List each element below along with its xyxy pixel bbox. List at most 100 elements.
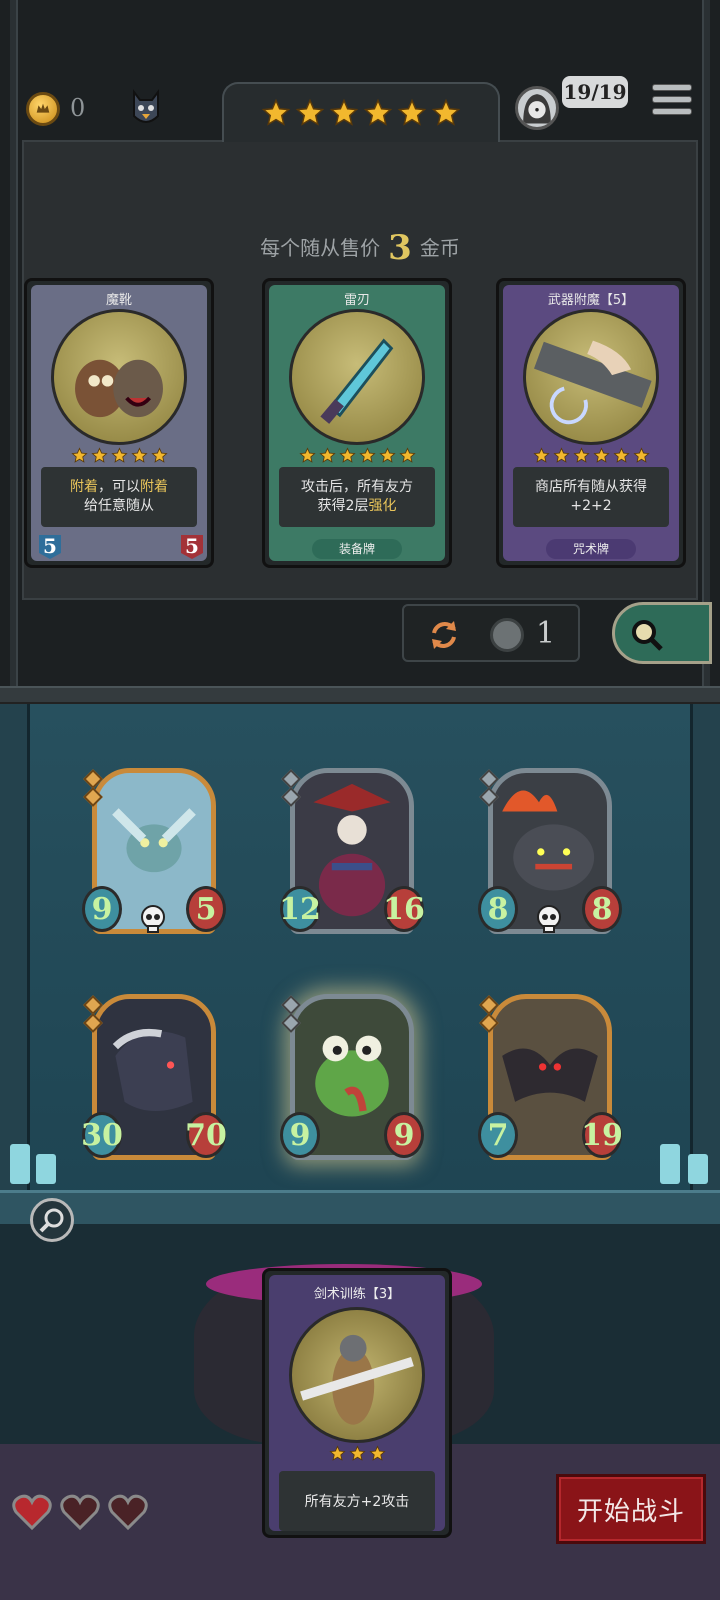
minion-health: 19 [581, 1112, 623, 1158]
card-title: 剑术训练【3】 [313, 1287, 401, 1302]
star-icon [318, 447, 336, 463]
board-minion-slot-1[interactable]: 9 5 [82, 768, 226, 938]
minion-attack: 30 [81, 1112, 123, 1158]
star-icon [363, 98, 393, 126]
price-value: 3 [388, 228, 412, 268]
search-icon [39, 1208, 64, 1233]
minion-attack: 9 [82, 886, 122, 932]
star-icon [348, 1445, 366, 1461]
heart-icon [12, 1494, 52, 1531]
minion-attack: 8 [478, 886, 518, 932]
candle-decoration [660, 1144, 680, 1184]
refresh-shop-button[interactable]: 1 [402, 604, 580, 662]
candle-decoration [36, 1154, 56, 1184]
minion-health: 8 [582, 886, 622, 932]
star-icon [358, 447, 376, 463]
minion-attack: 12 [279, 886, 321, 932]
refresh-cost: 1 [536, 616, 556, 651]
shop-search-button[interactable] [612, 602, 712, 664]
refresh-icon [432, 621, 456, 649]
shop-card-thunder-blade[interactable]: 雷刃 攻击后，所有友方获得2层强化 装备牌 [262, 278, 452, 568]
star-icon [397, 98, 427, 126]
minion-health: 9 [384, 1112, 424, 1158]
minion-health: 5 [186, 886, 226, 932]
tavern-rank-stars [222, 82, 500, 142]
board-ledge [0, 1190, 720, 1226]
star-icon [592, 447, 610, 463]
board-minion-slot-4[interactable]: 30 70 [81, 994, 227, 1164]
start-battle-button[interactable]: 开始战斗 [556, 1474, 706, 1544]
keyword-attach: 附着 [140, 479, 168, 496]
attack-badge: 5 [35, 531, 65, 561]
desc-text: 给任意随从 [84, 498, 154, 514]
attack-value: 5 [43, 534, 57, 558]
price-suffix: 金币 [419, 236, 460, 260]
minion-health: 16 [383, 886, 425, 932]
minion-health: 70 [185, 1112, 227, 1158]
menu-icon[interactable] [652, 84, 692, 120]
star-icon [110, 447, 128, 463]
keyword-buff: 强化 [368, 498, 397, 514]
star-icon [90, 447, 108, 463]
card-title: 雷刃 [343, 293, 370, 308]
silver-coin-icon [490, 618, 524, 652]
shop-card-weapon-enchant[interactable]: 武器附魔【5】 商店所有随从获得+2+2 咒术牌 [496, 278, 686, 568]
card-description: 附着，可以附着 给任意随从 [41, 467, 197, 527]
heart-icon [60, 1494, 100, 1531]
coin-count: 0 [70, 94, 86, 122]
search-icon [632, 620, 663, 651]
deathrattle-skull-icon [537, 905, 561, 933]
desc-text: 获得2层 [317, 498, 369, 514]
star-icon [572, 447, 590, 463]
star-icon [612, 447, 630, 463]
top-bar: 0 19/19 [0, 70, 720, 142]
star-icon [328, 1445, 346, 1461]
player-health: 19/19 [562, 76, 628, 108]
star-icon [378, 447, 396, 463]
board-minion-slot-2[interactable]: 12 16 [279, 768, 425, 938]
coin-icon [26, 92, 60, 126]
card-description: 所有友方+2攻击 [279, 1471, 435, 1531]
star-icon [295, 98, 325, 126]
hand-card-sword-training[interactable]: 剑术训练【3】 所有友方+2攻击 [262, 1268, 452, 1538]
card-stars [265, 447, 449, 464]
player-avatar[interactable] [515, 86, 559, 130]
card-type-tag: 装备牌 [312, 539, 402, 559]
star-icon [431, 98, 461, 126]
board-inspect-button[interactable] [30, 1198, 74, 1242]
minion-attack: 7 [478, 1112, 518, 1158]
candle-decoration [688, 1154, 708, 1184]
board-minion-slot-5[interactable]: 9 9 [280, 994, 424, 1164]
star-icon [298, 447, 316, 463]
keyword-attach: 附着 [70, 479, 98, 496]
card-stars [27, 447, 211, 464]
health-value: 5 [185, 534, 199, 558]
blade-art [289, 309, 425, 445]
shop-card-magic-boots[interactable]: 魔靴 附着，可以附着 给任意随从 5 5 [24, 278, 214, 568]
card-description: 攻击后，所有友方获得2层强化 [279, 467, 435, 527]
health-badge: 5 [177, 531, 207, 561]
price-info: 每个随从售价 3 金币 [0, 228, 720, 268]
star-icon [261, 98, 291, 126]
enchant-art [523, 309, 659, 445]
star-icon [532, 447, 550, 463]
star-icon [338, 447, 356, 463]
card-title: 武器附魔【5】 [547, 293, 635, 308]
star-icon [130, 447, 148, 463]
price-prefix: 每个随从售价 [260, 236, 381, 260]
star-icon [329, 98, 359, 126]
minion-attack: 9 [280, 1112, 320, 1158]
card-description: 商店所有随从获得+2+2 [513, 467, 669, 527]
star-icon [368, 1445, 386, 1461]
boots-art [51, 309, 187, 445]
board-minion-slot-3[interactable]: 8 8 [478, 768, 622, 938]
board-minion-slot-6[interactable]: 7 19 [478, 994, 623, 1164]
card-title: 魔靴 [105, 293, 132, 308]
star-icon [398, 447, 416, 463]
card-stars [265, 1445, 449, 1462]
heart-icon [108, 1494, 148, 1531]
deathrattle-skull-icon [141, 905, 165, 933]
cat-pet-icon[interactable] [128, 88, 164, 128]
desc-text: 攻击后，所有友方 [301, 479, 413, 496]
candle-decoration [10, 1144, 30, 1184]
